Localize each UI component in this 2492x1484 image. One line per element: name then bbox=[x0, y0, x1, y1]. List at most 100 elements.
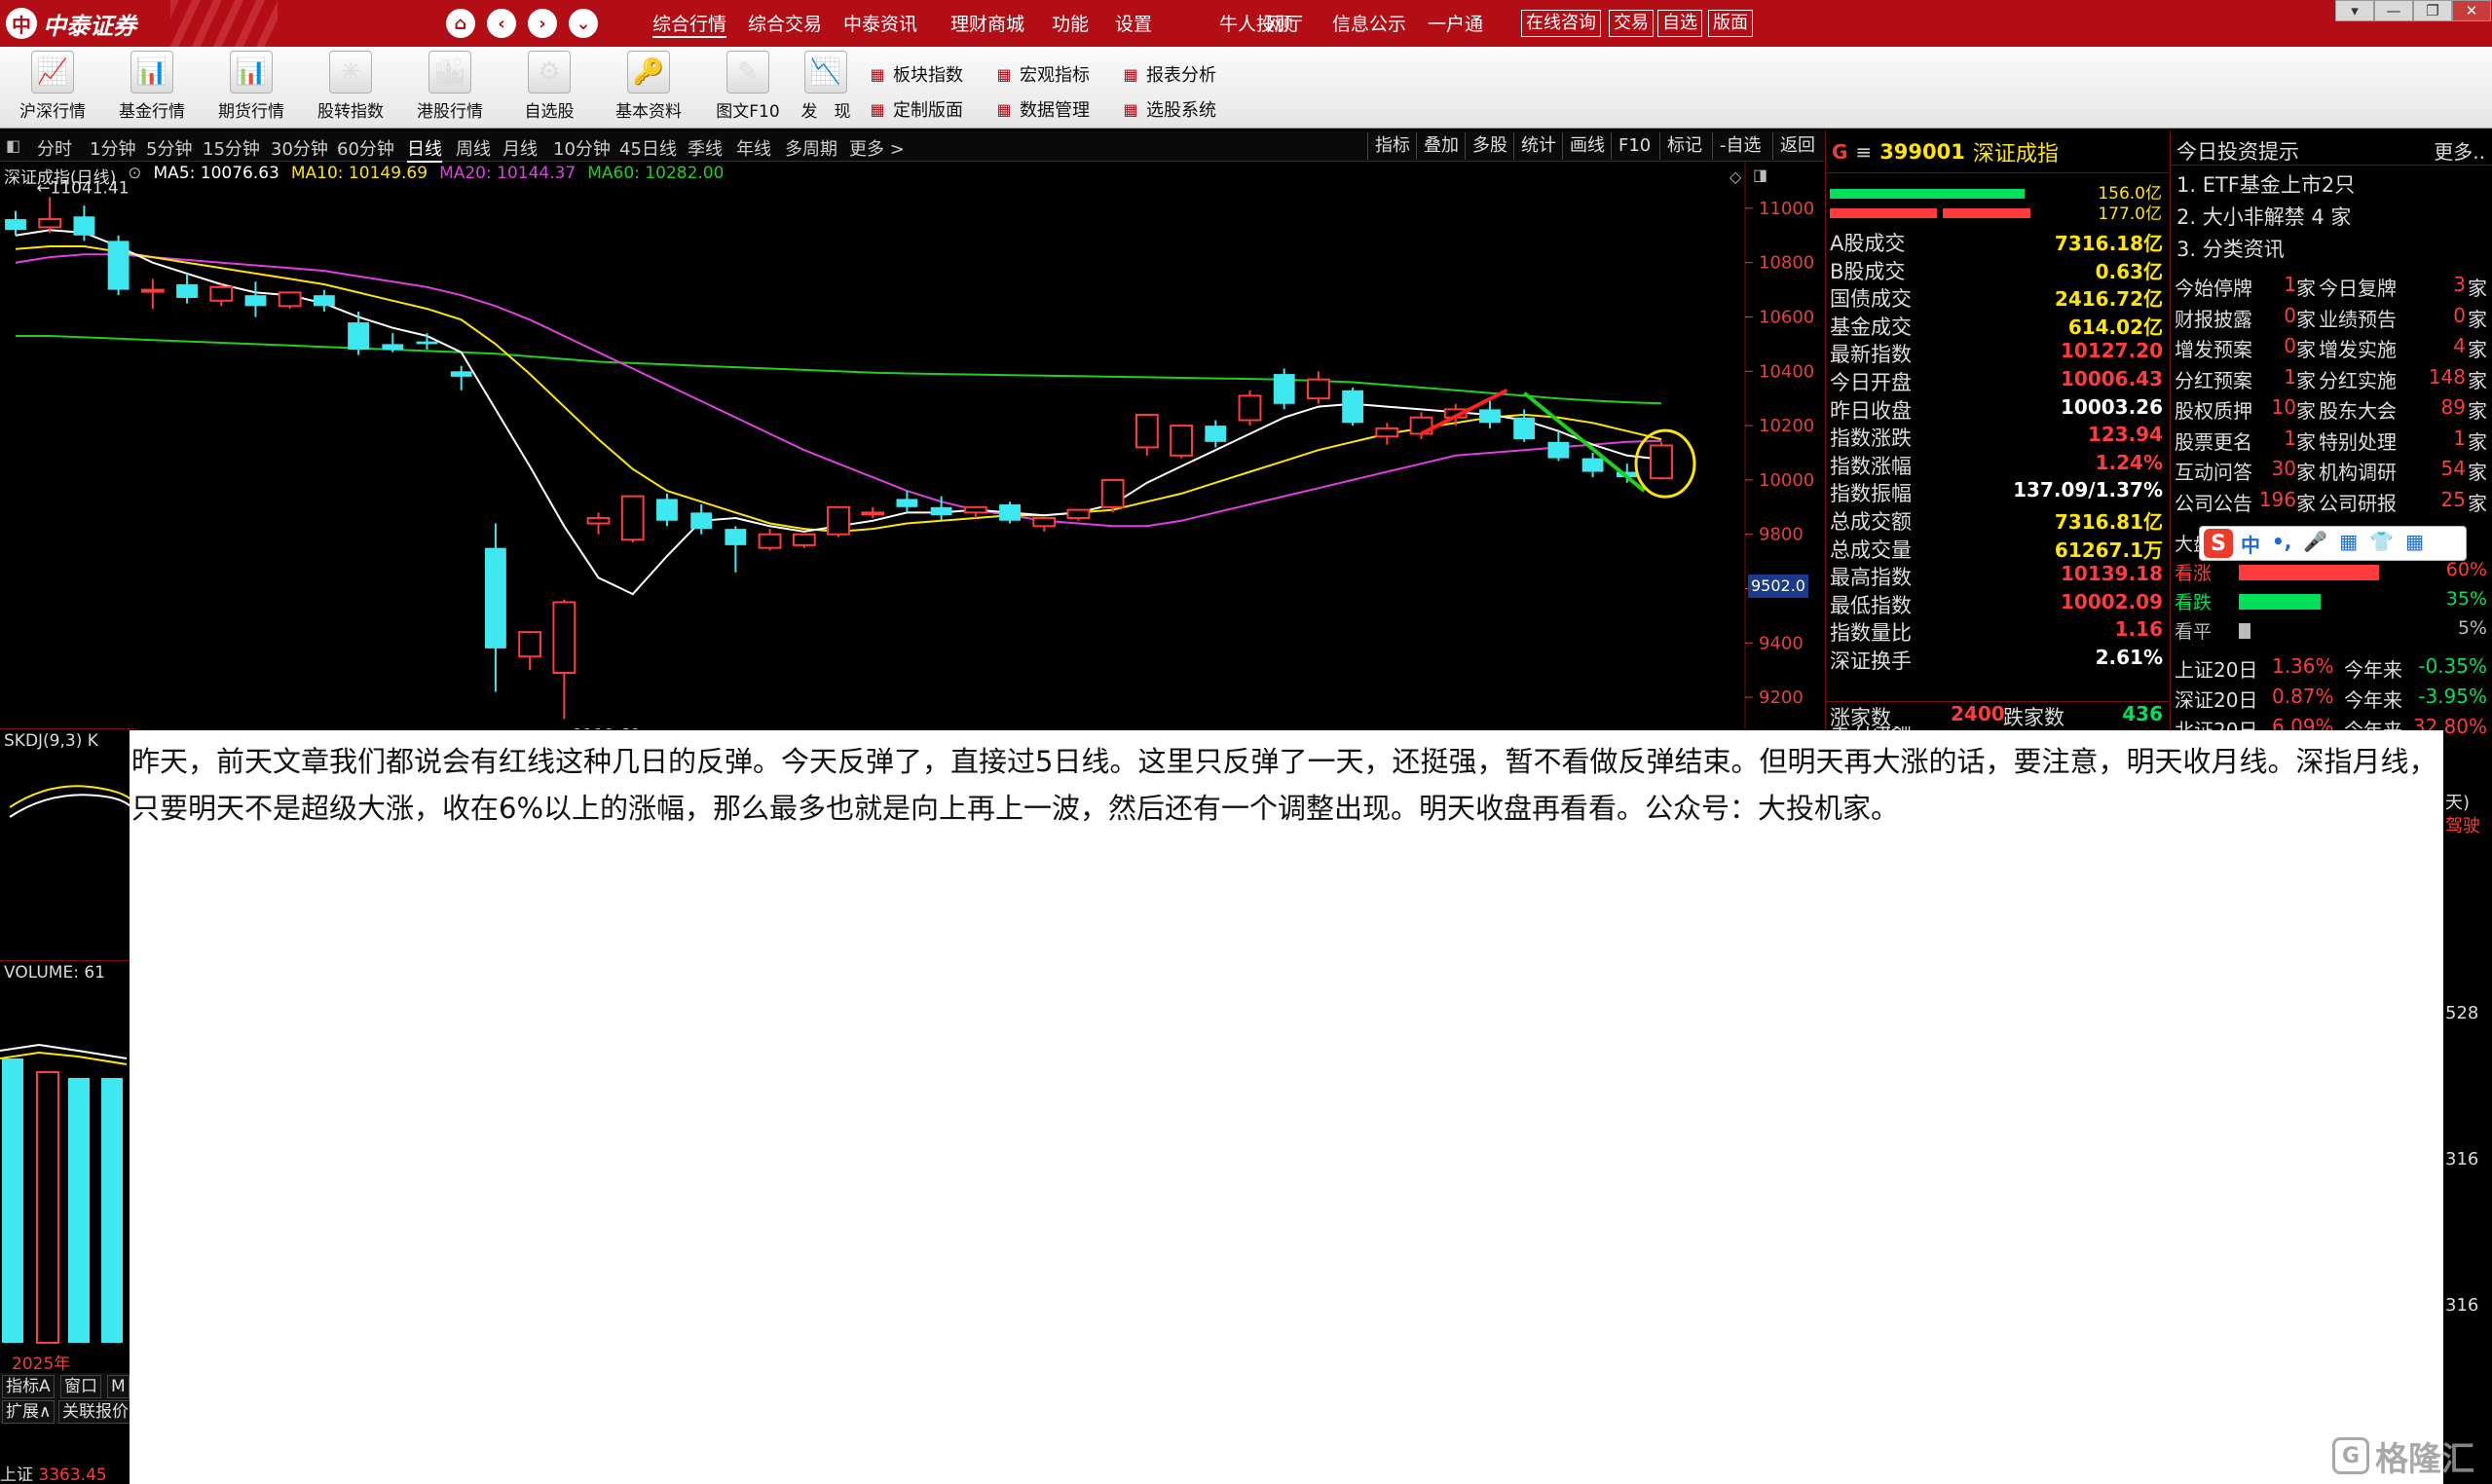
index-row-label: 深证换手 bbox=[1830, 649, 1912, 673]
bottom-tab-1[interactable]: 窗口 bbox=[60, 1375, 101, 1398]
period-tab-2[interactable]: 5分钟 bbox=[146, 135, 192, 161]
ime-toolbar[interactable]: S 中 •, 🎤 ▦ 👕 ▦ bbox=[2199, 526, 2467, 561]
chart-tab-4[interactable]: 画线 bbox=[1562, 132, 1612, 160]
toolbar: 📈 沪深行情 📊 基金行情 📊 期货行情 ✳ 股转指数 🏙 港股行情 ⚙ 自选股 🔑 基本资料 ✎ 图文F10… bbox=[0, 47, 2492, 129]
bottom-tab-4[interactable]: 关联报价 bbox=[58, 1400, 132, 1424]
sogou-icon[interactable]: S bbox=[2204, 529, 2233, 558]
watermark: G 格隆汇 bbox=[2332, 1431, 2492, 1480]
toolbar-button-8[interactable]: 📉 发 现 bbox=[779, 51, 873, 127]
index-row-label: 国债成交 bbox=[1830, 287, 1912, 312]
toolbar-button-4[interactable]: 🏙 港股行情 bbox=[403, 51, 497, 127]
toolbar-small-1-1[interactable]: ▦ 数据管理 bbox=[993, 93, 1090, 125]
menu-0[interactable]: 综合行情 bbox=[652, 10, 727, 38]
dropdown-icon[interactable]: ⌄ bbox=[569, 9, 598, 38]
volume-subchart[interactable]: VOLUME: 61 bbox=[0, 960, 136, 1359]
period-tab-9[interactable]: 10分钟 bbox=[553, 135, 611, 161]
volume-bar bbox=[2, 1058, 23, 1343]
kdj-subchart[interactable]: SKDJ(9,3) K bbox=[0, 728, 136, 962]
period-tab-13[interactable]: 多周期 bbox=[785, 135, 837, 161]
period-tab-5[interactable]: 60分钟 bbox=[337, 135, 394, 161]
menu-3[interactable]: 理财商城 bbox=[950, 10, 1024, 36]
chart-tab-1[interactable]: 叠加 bbox=[1416, 132, 1466, 160]
chart-tab-7[interactable]: -自选 bbox=[1712, 132, 1768, 160]
toolbar-button-1[interactable]: 📊 基金行情 bbox=[105, 51, 199, 127]
chart-tab-3[interactable]: 统计 bbox=[1513, 132, 1563, 160]
chart-tab-5[interactable]: F10 bbox=[1611, 132, 1657, 160]
period-tab-11[interactable]: 季线 bbox=[688, 135, 723, 161]
news-item-0[interactable]: 1. ETF基金上市2只 bbox=[2176, 169, 2355, 199]
ime-button-4[interactable]: 👕 bbox=[2369, 530, 2394, 558]
toolbar-button-5[interactable]: ⚙ 自选股 bbox=[502, 51, 596, 127]
candle-body bbox=[586, 516, 611, 525]
toolbar-button-0[interactable]: 📈 沪深行情 bbox=[6, 51, 99, 127]
chart-tab-2[interactable]: 多股 bbox=[1465, 132, 1514, 160]
news-stat-row[interactable]: 增发预案 0 家增发实施 4 家 bbox=[2171, 334, 2492, 363]
menu-8[interactable]: 信息公示 bbox=[1332, 10, 1406, 36]
index-row-label: 指数振幅 bbox=[1830, 482, 1912, 506]
ime-button-1[interactable]: •, bbox=[2272, 530, 2291, 558]
bottom-tab-0[interactable]: 指标A bbox=[2, 1375, 55, 1398]
period-tab-3[interactable]: 15分钟 bbox=[203, 135, 260, 161]
minimize-icon[interactable]: — bbox=[2374, 0, 2413, 21]
toolbar-small-0-0[interactable]: ▦ 板块指数 bbox=[867, 58, 963, 90]
period-tab-1[interactable]: 1分钟 bbox=[90, 135, 135, 161]
toolbar-small-0-1[interactable]: ▦ 宏观指标 bbox=[993, 58, 1090, 90]
period-tab-7[interactable]: 周线 bbox=[456, 135, 491, 161]
toolbar-small-0-2[interactable]: ▦ 报表分析 bbox=[1120, 58, 1216, 90]
toolbar-small-1-2[interactable]: ▦ 选股系统 bbox=[1120, 93, 1216, 125]
news-stat-row[interactable]: 公司公告 196 家公司研报 25 家 bbox=[2171, 488, 2492, 517]
menu-5[interactable]: 设置 bbox=[1115, 10, 1152, 36]
ime-button-0[interactable]: 中 bbox=[2241, 530, 2260, 558]
period-tab-4[interactable]: 30分钟 bbox=[271, 135, 328, 161]
header-box-button-0[interactable]: 在线咨询 bbox=[1521, 10, 1601, 37]
ime-button-5[interactable]: ▦ bbox=[2405, 530, 2424, 558]
header-box-button-2[interactable]: 自选 bbox=[1657, 10, 1702, 37]
forward-icon[interactable]: › bbox=[528, 9, 557, 38]
toolbar-button-6[interactable]: 🔑 基本资料 bbox=[602, 51, 695, 127]
period-tab-0[interactable]: 分时 bbox=[37, 135, 72, 161]
ime-button-2[interactable]: 🎤 bbox=[2303, 530, 2327, 558]
menu-2[interactable]: 中泰资讯 bbox=[843, 10, 917, 36]
news-more-link[interactable]: 更多.. bbox=[2434, 136, 2485, 165]
period-tab-12[interactable]: 年线 bbox=[736, 135, 771, 161]
current-price-tag: 9502.0 bbox=[1748, 575, 1808, 598]
menu-1[interactable]: 综合交易 bbox=[748, 10, 822, 36]
bottom-tab-2[interactable]: M bbox=[107, 1375, 130, 1398]
period-tab-10[interactable]: 45日线 bbox=[619, 135, 677, 161]
menu-window-icon[interactable]: ▾ bbox=[2335, 0, 2374, 21]
home-icon[interactable]: ⌂ bbox=[446, 9, 475, 38]
toolbar-button-2[interactable]: 📊 期货行情 bbox=[205, 51, 298, 127]
menu-7[interactable]: 网厅 bbox=[1266, 10, 1303, 36]
news-stat-row[interactable]: 互动问答 30 家机构调研 54 家 bbox=[2171, 457, 2492, 486]
toolbar-button-3[interactable]: ✳ 股转指数 bbox=[304, 51, 397, 127]
header-box-button-1[interactable]: 交易 bbox=[1609, 10, 1654, 37]
bottom-tab-3[interactable]: 扩展∧ bbox=[2, 1400, 56, 1424]
news-stat-label: 股权质押 bbox=[2175, 399, 2252, 423]
news-stat-row[interactable]: 今始停牌 1 家今日复牌 3 家 bbox=[2171, 273, 2492, 302]
menu-9[interactable]: 一户通 bbox=[1428, 10, 1483, 36]
toolbar-small-1-0[interactable]: ▦ 定制版面 bbox=[867, 93, 963, 125]
kline-chart[interactable]: 深证成指(日线) ⊙ MA5: 10076.63 MA10: 10149.69 MA… bbox=[0, 162, 1824, 729]
index-g-badge[interactable]: G bbox=[1832, 140, 1847, 164]
news-stat-row[interactable]: 财报披露 0 家业绩预告 0 家 bbox=[2171, 304, 2492, 333]
period-tab-6[interactable]: 日线 bbox=[407, 135, 442, 163]
menu-icon[interactable]: ≡ bbox=[1855, 140, 1872, 164]
chart-tab-0[interactable]: 指标 bbox=[1367, 132, 1417, 160]
news-stat-row[interactable]: 股票更名 1 家特别处理 1 家 bbox=[2171, 427, 2492, 456]
news-stat-count: 0 bbox=[2284, 303, 2296, 327]
period-tab-14[interactable]: 更多 > bbox=[849, 135, 905, 161]
restore-icon[interactable]: ❐ bbox=[2413, 0, 2452, 21]
news-item-1[interactable]: 2. 大小非解禁 4 家 bbox=[2176, 202, 2351, 231]
panel-toggle-icon[interactable]: ◧ bbox=[6, 136, 20, 155]
menu-4[interactable]: 功能 bbox=[1052, 10, 1089, 36]
news-stat-row[interactable]: 股权质押 10 家股东大会 89 家 bbox=[2171, 395, 2492, 425]
ime-button-3[interactable]: ▦ bbox=[2339, 530, 2358, 558]
news-item-2[interactable]: 3. 分类资讯 bbox=[2176, 234, 2285, 263]
news-stat-row[interactable]: 分红预案 1 家分红实施 148 家 bbox=[2171, 365, 2492, 394]
close-icon[interactable]: ✕ bbox=[2452, 0, 2491, 21]
back-icon[interactable]: ‹ bbox=[487, 9, 516, 38]
chart-tab-6[interactable]: 标记 bbox=[1659, 132, 1709, 160]
header-box-button-3[interactable]: 版面 bbox=[1708, 10, 1753, 37]
period-tab-8[interactable]: 月线 bbox=[502, 135, 538, 161]
chart-tab-8[interactable]: 返回 bbox=[1772, 132, 1822, 160]
